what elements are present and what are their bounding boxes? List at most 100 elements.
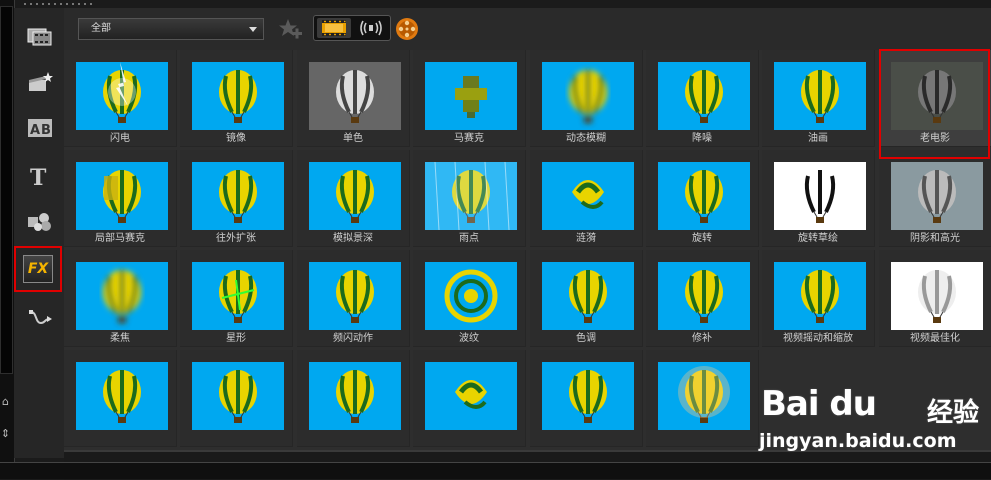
filter-label: 镜像 <box>226 133 246 144</box>
filter-item[interactable] <box>413 350 526 447</box>
filter-thumbnail <box>76 262 168 330</box>
filter-item[interactable]: 油画 <box>762 50 875 147</box>
filter-label: 涟漪 <box>576 233 596 244</box>
filter-item[interactable]: 闪电 <box>64 50 177 147</box>
filter-thumbnail <box>542 262 634 330</box>
fx-icon: FX <box>23 255 53 283</box>
media-icon <box>27 28 52 46</box>
preview-area <box>0 6 13 374</box>
filter-label: 星形 <box>226 333 246 344</box>
filter-item[interactable]: 柔焦 <box>64 250 177 347</box>
filter-item[interactable]: 波纹 <box>413 250 526 347</box>
filter-item[interactable]: 老电影 <box>879 50 991 147</box>
filter-label: 老电影 <box>920 133 950 144</box>
filter-item[interactable]: 涟漪 <box>530 150 643 247</box>
library-sidebar: A B T FX <box>14 8 64 458</box>
sidebar-item-media[interactable] <box>20 16 60 56</box>
filter-item[interactable]: 雨点 <box>413 150 526 247</box>
filter-label: 模拟景深 <box>333 233 373 244</box>
show-audio-button[interactable] <box>354 18 388 38</box>
library-toolbar: 全部 <box>64 8 991 50</box>
category-dropdown[interactable]: 全部 <box>78 18 264 40</box>
filter-thumbnail <box>309 162 401 230</box>
title-t-icon: T <box>30 165 47 188</box>
filter-item[interactable] <box>646 350 759 447</box>
filter-thumbnail <box>425 62 517 130</box>
filter-label: 视频最佳化 <box>910 333 960 344</box>
sidebar-item-instant-project[interactable] <box>20 62 60 102</box>
filter-thumbnail <box>658 62 750 130</box>
filter-item[interactable]: 星形 <box>180 250 293 347</box>
filter-item[interactable]: 频闪动作 <box>297 250 410 347</box>
filter-label: 柔焦 <box>110 333 130 344</box>
filter-item[interactable]: 色调 <box>530 250 643 347</box>
sidebar-item-transition[interactable]: A B <box>20 108 60 148</box>
scroll-icon[interactable]: ⇕ <box>0 426 11 442</box>
filter-item[interactable]: 模拟景深 <box>297 150 410 247</box>
filter-label: 阴影和高光 <box>910 233 960 244</box>
filter-thumbnail <box>542 62 634 130</box>
lock-icon[interactable]: ⌂ <box>0 394 11 410</box>
filter-thumbnail <box>76 62 168 130</box>
filter-item[interactable]: 旋转 <box>646 150 759 247</box>
filter-label: 马赛克 <box>454 133 484 144</box>
path-icon <box>29 310 52 325</box>
filter-label: 降噪 <box>692 133 712 144</box>
filter-thumbnail <box>192 262 284 330</box>
filter-item[interactable]: 局部马赛克 <box>64 150 177 247</box>
filter-item[interactable] <box>297 350 410 447</box>
filter-label: 单色 <box>343 133 363 144</box>
ab-transition-icon: A B <box>28 119 52 138</box>
filter-item[interactable]: 动态模糊 <box>530 50 643 147</box>
filmstrip-icon <box>322 20 346 36</box>
filter-thumbnail <box>192 62 284 130</box>
filter-thumbnail <box>425 362 517 430</box>
filter-label: 波纹 <box>459 333 479 344</box>
category-dropdown-value: 全部 <box>91 23 111 34</box>
svg-text:T: T <box>30 165 47 188</box>
sidebar-item-filter[interactable]: FX <box>14 246 62 292</box>
filter-item[interactable]: 视频摇动和缩放 <box>762 250 875 347</box>
filter-item[interactable]: 视频最佳化 <box>879 250 991 347</box>
svg-text:B: B <box>41 123 51 138</box>
sidebar-item-title[interactable]: T <box>20 156 60 196</box>
sidebar-item-path[interactable] <box>20 298 60 338</box>
filter-item[interactable]: 阴影和高光 <box>879 150 991 247</box>
film-reel-button[interactable] <box>394 16 420 42</box>
filter-item[interactable]: 镜像 <box>180 50 293 147</box>
filter-thumbnail <box>658 262 750 330</box>
filter-item[interactable]: 单色 <box>297 50 410 147</box>
filter-thumbnail <box>774 62 866 130</box>
svg-text:A: A <box>30 123 40 138</box>
filter-thumbnail <box>658 362 750 430</box>
filter-item[interactable] <box>180 350 293 447</box>
filter-thumbnail <box>309 362 401 430</box>
star-add-icon <box>279 19 302 39</box>
timeline-edge <box>0 462 991 479</box>
filter-label: 局部马赛克 <box>95 233 145 244</box>
filter-item[interactable]: 马赛克 <box>413 50 526 147</box>
filter-label: 频闪动作 <box>333 333 373 344</box>
filter-label: 旋转 <box>692 233 712 244</box>
filter-thumbnail <box>425 262 517 330</box>
filter-item[interactable]: 降噪 <box>646 50 759 147</box>
filter-item[interactable]: 往外扩张 <box>180 150 293 247</box>
filter-label: 动态模糊 <box>566 133 606 144</box>
add-to-favorites-button[interactable] <box>276 16 304 42</box>
panel-grip[interactable] <box>20 0 104 8</box>
chevron-down-icon <box>249 27 257 32</box>
filter-thumbnail <box>891 262 983 330</box>
filter-label: 雨点 <box>459 233 479 244</box>
filter-item[interactable] <box>64 350 177 447</box>
filter-label: 闪电 <box>110 133 130 144</box>
filter-label: 往外扩张 <box>216 233 256 244</box>
filter-item[interactable]: 修补 <box>646 250 759 347</box>
filter-label: 油画 <box>808 133 828 144</box>
sidebar-item-graphic[interactable] <box>20 202 60 242</box>
film-reel-icon <box>396 18 418 40</box>
view-toggle-group <box>313 15 391 41</box>
preview-strip: ⌂ ⇕ <box>0 0 15 478</box>
filter-item[interactable] <box>530 350 643 447</box>
filter-item[interactable]: 旋转草绘 <box>762 150 875 247</box>
show-video-button[interactable] <box>317 18 351 38</box>
